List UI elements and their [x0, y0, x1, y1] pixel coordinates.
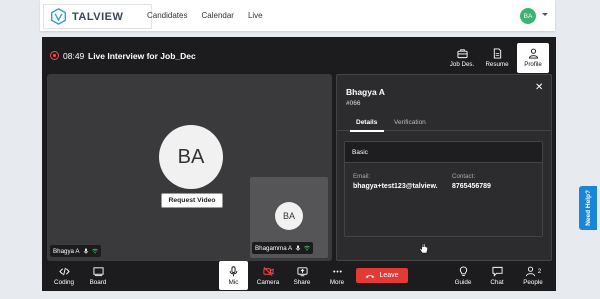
- profile-panel: Bhagya A #066 ✕ Details Verification Bas…: [336, 74, 552, 261]
- meeting-title: Live Interview for Job_Dec: [88, 51, 196, 61]
- leave-button[interactable]: Leave: [356, 268, 408, 283]
- basic-info-card: Basic Email: bhagya+test123@talview. Con…: [344, 141, 543, 237]
- self-name: Bhagamma A: [255, 244, 293, 252]
- mic-icon: [83, 248, 88, 254]
- more-label: More: [329, 278, 345, 286]
- mic-button[interactable]: Mic: [219, 261, 248, 290]
- share-label: Share: [293, 278, 311, 286]
- whiteboard-icon: [92, 266, 104, 276]
- people-label: People: [523, 278, 543, 286]
- talview-logo[interactable]: TALVIEW: [43, 4, 152, 29]
- mic-icon: [295, 245, 301, 251]
- camera-label: Camera: [256, 278, 280, 286]
- people-count: 2: [537, 267, 542, 275]
- nav-calendar[interactable]: Calendar: [194, 0, 240, 31]
- screen-share-icon: [296, 266, 308, 276]
- job-description-label: Job Des.: [449, 61, 475, 68]
- request-video-button[interactable]: Request Video: [161, 193, 223, 208]
- chevron-down-icon[interactable]: [542, 13, 548, 16]
- mic-label: Mic: [228, 278, 239, 286]
- contact-label: Contact:: [452, 173, 476, 180]
- participant-name: Bhagya A: [53, 247, 80, 255]
- more-button[interactable]: More: [323, 262, 351, 289]
- participant-name-tag: Bhagya A: [50, 245, 101, 257]
- basic-section-title: Basic: [345, 142, 542, 163]
- wifi-icon: [304, 245, 311, 251]
- chat-label: Chat: [490, 278, 504, 286]
- main-nav: Candidates Calendar Live: [140, 0, 270, 31]
- close-icon[interactable]: ✕: [535, 82, 543, 93]
- board-label: Board: [89, 278, 107, 286]
- person-icon: [528, 48, 538, 59]
- email-label: Email:: [353, 173, 371, 180]
- share-button[interactable]: Share: [288, 262, 316, 289]
- need-help-label: Need Help?: [584, 190, 592, 226]
- job-description-button[interactable]: Job Des.: [446, 43, 478, 73]
- hand-cursor-icon: [419, 243, 428, 254]
- mic-icon: [229, 265, 238, 276]
- app-header: TALVIEW Candidates Calendar Live BA: [40, 0, 555, 31]
- profile-tabs: Details Verification: [337, 115, 551, 132]
- contact-value: 8765456789: [452, 183, 491, 190]
- coding-label: Coding: [54, 278, 74, 286]
- tab-verification[interactable]: Verification: [394, 119, 426, 126]
- profile-label: Profile: [524, 61, 542, 68]
- meeting-window: 08:49 Live Interview for Job_Dec Job Des…: [42, 37, 556, 291]
- candidate-name: Bhagya A: [346, 87, 385, 97]
- nav-candidates[interactable]: Candidates: [140, 0, 194, 31]
- recording-icon: [50, 51, 59, 60]
- logo-text: TALVIEW: [72, 10, 124, 23]
- document-icon: [493, 48, 501, 59]
- self-avatar: BA: [275, 202, 303, 230]
- tab-details[interactable]: Details: [349, 119, 385, 132]
- hang-up-icon: [366, 274, 375, 278]
- candidate-id: #066: [346, 100, 361, 107]
- guide-button[interactable]: Guide: [450, 262, 476, 289]
- briefcase-icon: [456, 49, 468, 59]
- guide-label: Guide: [454, 278, 472, 286]
- email-value: bhagya+test123@talview.: [353, 183, 438, 190]
- people-icon-group: 2: [525, 266, 542, 277]
- camera-off-icon: [262, 266, 274, 276]
- leave-label: Leave: [379, 272, 399, 279]
- camera-button[interactable]: Camera: [254, 262, 282, 289]
- coding-button[interactable]: Coding: [50, 262, 78, 289]
- need-help-tab[interactable]: Need Help?: [579, 186, 597, 230]
- people-button[interactable]: 2 People: [518, 262, 548, 289]
- self-name-tag: Bhagamma A: [252, 242, 314, 254]
- meeting-timer: 08:49: [63, 51, 85, 61]
- profile-button[interactable]: Profile: [517, 43, 549, 73]
- more-icon: [332, 269, 342, 273]
- chat-icon: [491, 266, 503, 277]
- resume-label: Resume: [485, 61, 509, 68]
- user-avatar[interactable]: BA: [520, 8, 536, 24]
- resume-button[interactable]: Resume: [481, 43, 513, 73]
- participant-avatar: BA: [159, 125, 223, 189]
- nav-live[interactable]: Live: [241, 0, 270, 31]
- wifi-icon: [91, 248, 98, 254]
- code-icon: [58, 267, 70, 275]
- chat-button[interactable]: Chat: [484, 262, 510, 289]
- people-icon: [525, 266, 535, 276]
- board-button[interactable]: Board: [84, 262, 112, 289]
- lightbulb-icon: [459, 265, 467, 276]
- self-video-tile: BA Bhagamma A: [250, 177, 328, 258]
- talview-logo-icon: [51, 8, 66, 25]
